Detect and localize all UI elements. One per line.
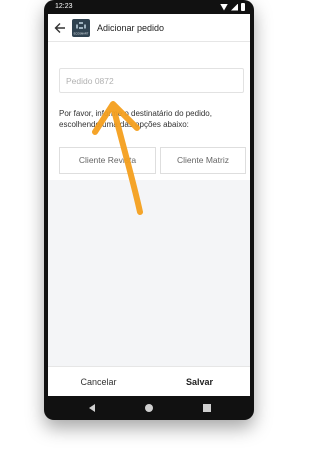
nav-home-icon[interactable] bbox=[145, 404, 153, 412]
app-screen: ECOSMART Adicionar pedido Por favor, inf… bbox=[48, 14, 250, 396]
order-form: Por favor, informe o destinatário do ped… bbox=[48, 42, 250, 180]
svg-text:ECOSMART: ECOSMART bbox=[74, 32, 89, 36]
status-time: 12:23 bbox=[55, 3, 73, 10]
signal-icon bbox=[231, 3, 238, 11]
app-bar: ECOSMART Adicionar pedido bbox=[48, 14, 250, 42]
order-number-input[interactable] bbox=[59, 68, 244, 93]
status-icons bbox=[220, 3, 245, 11]
android-nav-bar bbox=[44, 396, 254, 420]
wifi-icon bbox=[220, 3, 228, 11]
client-matriz-button[interactable]: Cliente Matriz bbox=[160, 147, 246, 174]
battery-icon bbox=[241, 3, 245, 11]
nav-recent-apps-icon[interactable] bbox=[203, 404, 211, 412]
phone-frame: 12:23 ECOSMART Adicionar pedido Pedido 0… bbox=[44, 0, 254, 420]
logo-icon: ECOSMART bbox=[74, 22, 89, 36]
footer-bar: Cancelar Salvar bbox=[48, 366, 250, 396]
client-revista-button[interactable]: Cliente Revista bbox=[59, 147, 156, 174]
back-arrow-icon[interactable] bbox=[53, 21, 67, 35]
cancel-button[interactable]: Cancelar bbox=[48, 367, 149, 396]
app-logo: ECOSMART bbox=[72, 19, 90, 37]
page-title: Adicionar pedido bbox=[97, 23, 165, 33]
instructions-text: Por favor, informe o destinatário do ped… bbox=[59, 109, 212, 129]
status-bar: 12:23 bbox=[44, 0, 254, 14]
nav-back-icon[interactable] bbox=[89, 404, 95, 412]
save-button[interactable]: Salvar bbox=[149, 367, 250, 396]
